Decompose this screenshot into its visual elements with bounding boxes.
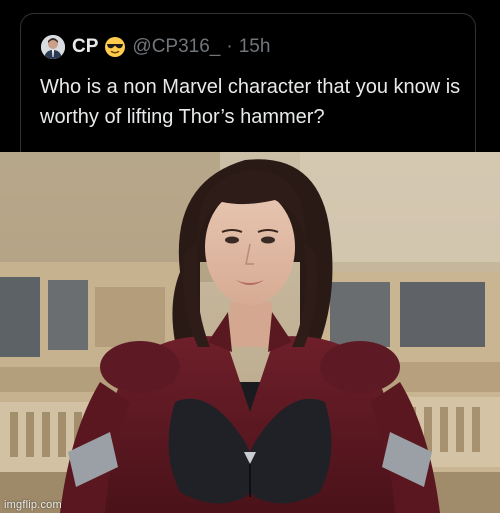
superhero-woman-photo: imgflip.com — [0, 152, 500, 513]
tweet-screenshot: CP @CP316_ · 15h Who is a non Marvel cha… — [0, 0, 500, 152]
tweet-text: Who is a non Marvel character that you k… — [40, 76, 461, 128]
sunglasses-face-icon — [104, 36, 126, 58]
photo-illustration — [0, 152, 500, 513]
display-name[interactable]: CP — [72, 36, 98, 58]
tweet-header: CP @CP316_ · 15h — [72, 33, 270, 61]
user-avatar[interactable] — [41, 35, 65, 59]
meme-image: CP @CP316_ · 15h Who is a non Marvel cha… — [0, 0, 500, 513]
imgflip-watermark: imgflip.com — [4, 499, 62, 511]
neck — [230, 302, 272, 347]
separator-dot: · — [226, 36, 233, 57]
avatar-portrait-icon — [41, 35, 65, 59]
tweet-timestamp[interactable]: 15h — [239, 36, 271, 58]
user-handle[interactable]: @CP316_ — [132, 36, 220, 58]
